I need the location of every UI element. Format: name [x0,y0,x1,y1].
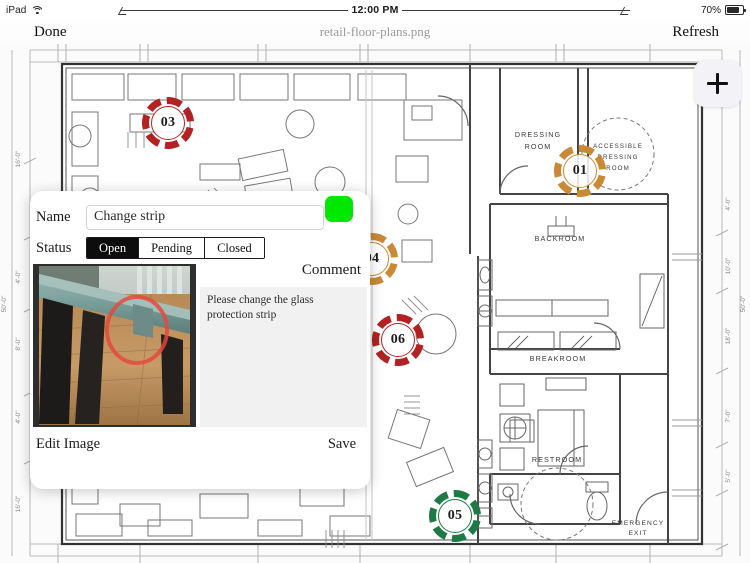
name-input[interactable] [86,204,324,230]
map-marker-03[interactable]: 03 [142,97,194,149]
marker-label: 03 [160,115,176,130]
app-root: iPad 12:00 PM 70% Done retail-floor-plan… [0,0,750,563]
svg-text:RESTROOM: RESTROOM [532,455,582,464]
device-name: iPad [6,4,27,16]
svg-text:5'-0": 5'-0" [725,469,732,483]
svg-text:4'-0": 4'-0" [725,197,732,211]
svg-text:7'-0": 7'-0" [725,409,732,423]
marker-label: 01 [572,163,588,178]
map-marker-05[interactable]: 05 [429,490,481,542]
status-bar-right: 70% [700,0,747,20]
svg-text:8'-0": 8'-0" [15,337,22,351]
svg-text:BACKROOM: BACKROOM [535,234,586,243]
svg-text:BREAKROOM: BREAKROOM [530,354,587,363]
name-row: Name [30,201,370,233]
svg-text:16'-0": 16'-0" [15,495,22,512]
status-bar-left: iPad [6,4,44,16]
svg-text:10'-0": 10'-0" [725,257,732,274]
svg-text:4'-0": 4'-0" [15,270,22,284]
map-marker-06[interactable]: 06 [372,314,424,366]
save-button[interactable]: Save [328,436,356,453]
svg-text:ROOM: ROOM [606,165,630,172]
svg-text:50'-0": 50'-0" [740,295,747,312]
status-segmented-control[interactable]: Open Pending Closed [86,237,265,259]
comment-input[interactable]: Please change the glass protection strip [200,287,367,427]
name-label: Name [36,208,71,225]
wifi-icon [31,5,44,15]
status-option-open[interactable]: Open [87,238,140,258]
plus-icon [707,73,728,94]
dialog-footer: Edit Image Save [30,429,370,459]
svg-text:EMERGENCY: EMERGENCY [612,520,664,527]
svg-text:ROOM: ROOM [525,142,552,151]
battery-icon [725,5,747,15]
status-label: Status [36,239,72,256]
battery-percent: 70% [700,4,721,16]
navigation-bar: Done retail-floor-plans.png Refresh [0,20,750,44]
map-marker-01[interactable]: 01 [554,145,606,197]
photo-thumbnail[interactable] [33,264,196,427]
edit-image-button[interactable]: Edit Image [36,436,100,453]
status-bar-rule [120,10,630,11]
svg-text:DRESSING: DRESSING [515,130,561,139]
marker-detail-dialog: Name Status OpenPendingClosed [30,191,370,489]
status-option-closed[interactable]: Closed [205,238,264,258]
add-marker-button[interactable] [694,60,741,107]
svg-text:EXIT: EXIT [628,530,647,537]
marker-label: 06 [390,332,406,347]
clock: 12:00 PM [348,4,402,16]
marker-label: 05 [447,508,463,523]
svg-text:18'-0": 18'-0" [725,327,732,344]
ios-status-bar: iPad 12:00 PM 70% [0,0,750,20]
status-option-pending[interactable]: Pending [139,238,206,258]
svg-text:4'-0": 4'-0" [15,410,22,424]
refresh-button[interactable]: Refresh [672,24,719,41]
page-title: retail-floor-plans.png [319,24,431,39]
color-swatch-button[interactable] [325,196,353,222]
status-bar-center: 12:00 PM [0,0,750,20]
status-row: Status Open Pending Closed [30,233,370,263]
svg-text:50'-0": 50'-0" [1,295,8,312]
svg-text:16'-0": 16'-0" [15,150,22,167]
comment-label: Comment [301,262,361,278]
